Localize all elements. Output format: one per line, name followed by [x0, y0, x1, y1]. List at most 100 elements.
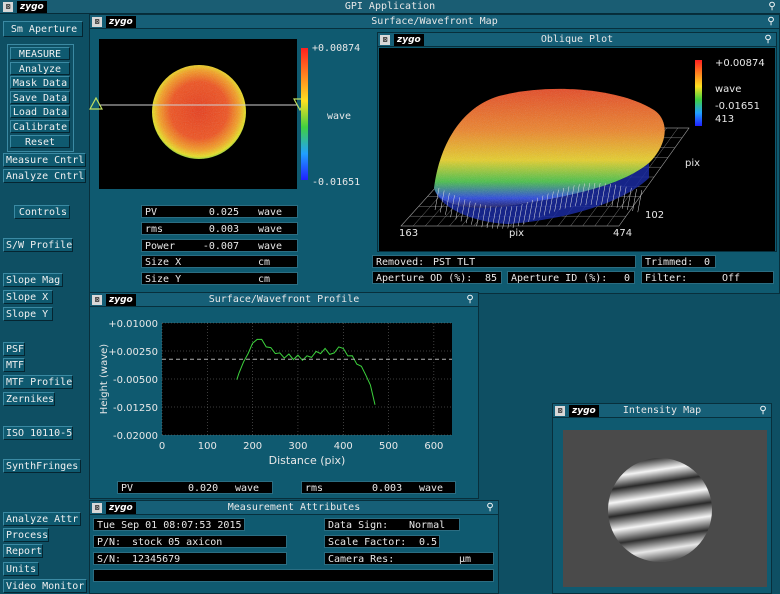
- surface-map-title: Surface/Wavefront Map: [371, 16, 498, 27]
- pin-icon[interactable]: ⚲: [464, 294, 476, 306]
- close-icon[interactable]: ⊠: [3, 2, 13, 12]
- sidebar-item-slope-x[interactable]: Slope X: [3, 290, 53, 304]
- zygo-logo: zygo: [106, 502, 136, 514]
- sidebar-item-psf[interactable]: PSF: [3, 342, 25, 356]
- oblique-x-unit: pix: [509, 228, 525, 239]
- pin-icon[interactable]: ⚲: [766, 1, 778, 13]
- sidebar-load-data-button[interactable]: Load Data: [10, 105, 70, 119]
- oblique-plot-svg: [400, 88, 690, 229]
- pin-icon[interactable]: ⚲: [765, 16, 777, 28]
- close-icon[interactable]: ⊠: [555, 406, 565, 416]
- profile-title-bar: ⊠ zygo Surface/Wavefront Profile ⚲: [90, 293, 478, 307]
- pin-icon[interactable]: ⚲: [757, 405, 769, 417]
- oblique-colorbar: [695, 60, 702, 126]
- aperture-id-field: Aperture ID (%): 0: [507, 271, 635, 284]
- x-tick-label: 100: [198, 441, 217, 452]
- close-icon[interactable]: ⊠: [92, 503, 102, 513]
- oblique-plot-area: +0.00874 wave -0.01651 413 pix 102 163 p…: [379, 48, 775, 251]
- app-title: GPI Application: [344, 1, 436, 12]
- sidebar-item-analyze-cntrl[interactable]: Analyze Cntrl: [3, 169, 86, 183]
- sidebar-save-data-button[interactable]: Save Data: [10, 90, 70, 104]
- aperture-od-field: Aperture OD (%): 85: [372, 271, 502, 284]
- attributes-title-bar: ⊠ zygo Measurement Attributes ⚲: [90, 501, 498, 515]
- stat-pv-field: PV 0.025 wave: [141, 205, 298, 218]
- surface-map-scale-unit: wave: [327, 111, 352, 122]
- surface-map-panel: ⊠ zygo Surface/Wavefront Map ⚲ +0.00874 …: [89, 14, 780, 294]
- sidebar-item-report[interactable]: Report: [3, 544, 43, 558]
- x-tick-label: 0: [159, 441, 165, 452]
- sidebar-item-mtf-profile[interactable]: MTF Profile: [3, 375, 73, 389]
- oblique-x-left: 163: [399, 228, 419, 239]
- sidebar-item-slope-y[interactable]: Slope Y: [3, 307, 53, 321]
- x-tick-label: 400: [334, 441, 353, 452]
- attributes-title: Measurement Attributes: [227, 502, 361, 513]
- close-icon[interactable]: ⊠: [92, 295, 102, 305]
- trimmed-field: Trimmed: 0: [641, 255, 716, 268]
- zygo-logo: zygo: [569, 405, 599, 417]
- intensity-panel: ⊠ zygo Intensity Map ⚲: [552, 403, 772, 594]
- pin-icon[interactable]: ⚲: [762, 34, 774, 46]
- oblique-scale-max: +0.00874: [715, 58, 765, 69]
- surface-map-scale-min: -0.01651: [312, 177, 361, 188]
- x-axis-label: Distance (pix): [269, 454, 346, 467]
- sidebar-item-mtf[interactable]: MTF: [3, 358, 25, 372]
- profile-chart: 0 100 200 300 400 500 600 +0.01000 +0.00250 -0.00…: [99, 319, 452, 467]
- sidebar-item-s-w-profile[interactable]: S/W Profile: [3, 238, 73, 252]
- zygo-logo: zygo: [106, 16, 136, 28]
- x-tick-label: 500: [379, 441, 398, 452]
- surface-map-svg: [99, 65, 297, 159]
- sidebar-mask-data-button[interactable]: Mask Data: [10, 76, 70, 90]
- stat-size-x-field: Size Xcm: [141, 255, 298, 269]
- fringe-disc: [608, 458, 712, 562]
- sm-aperture-button[interactable]: Sm Aperture: [3, 21, 83, 37]
- camera-res-field: Camera Res: µm: [324, 552, 494, 565]
- oblique-plot-title-bar: ⊠ zygo Oblique Plot ⚲: [378, 33, 776, 47]
- x-tick-label: 200: [243, 441, 262, 452]
- y-tick-label: -0.02000: [113, 431, 158, 442]
- sidebar-item-iso-10110-5[interactable]: ISO 10110-5: [3, 426, 73, 440]
- sidebar-item-slope-mag[interactable]: Slope Mag: [3, 273, 63, 287]
- sidebar-item-measure-cntrl[interactable]: Measure Cntrl: [3, 153, 86, 167]
- pn-field[interactable]: P/N: stock 05 axicon: [93, 535, 287, 548]
- sn-field[interactable]: S/N: 12345679: [93, 552, 287, 565]
- sidebar-item-analyze-attr[interactable]: Analyze Attr: [3, 512, 81, 526]
- notes-field[interactable]: [93, 569, 494, 582]
- close-icon[interactable]: ⊠: [380, 35, 390, 45]
- app-title-bar: ⊠ zygo GPI Application ⚲: [0, 0, 780, 14]
- sidebar-item-units[interactable]: Units: [3, 562, 39, 576]
- stat-power-field: Power -0.007 wave: [141, 238, 298, 252]
- sidebar-analyze-button[interactable]: Analyze: [10, 61, 70, 75]
- attributes-panel: ⊠ zygo Measurement Attributes ⚲ Tue Sep …: [89, 500, 499, 594]
- profile-rms-field: rms 0.003 wave: [301, 481, 456, 494]
- sidebar-item-synthfringes[interactable]: SynthFringes: [3, 459, 81, 473]
- surface-map-colorbar: [301, 48, 308, 180]
- filter-field: Filter: Off: [641, 271, 774, 284]
- y-tick-label: +0.01000: [108, 319, 158, 330]
- oblique-x-right: 474: [613, 228, 633, 239]
- surface-map-title-bar: ⊠ zygo Surface/Wavefront Map ⚲: [90, 15, 779, 29]
- oblique-plot-title: Oblique Plot: [540, 34, 614, 45]
- pin-icon[interactable]: ⚲: [484, 502, 496, 514]
- sidebar-item-controls[interactable]: Controls: [14, 205, 70, 219]
- sidebar-item-zernikes[interactable]: Zernikes: [3, 392, 55, 406]
- sidebar-reset-button[interactable]: Reset: [10, 134, 70, 148]
- close-icon[interactable]: ⊠: [92, 17, 102, 27]
- zygo-logo: zygo: [394, 34, 424, 46]
- sidebar-calibrate-button[interactable]: Calibrate: [10, 120, 70, 133]
- oblique-scale-unit: wave: [715, 84, 742, 95]
- oblique-y-low: 102: [645, 210, 665, 221]
- intensity-title: Intensity Map: [622, 405, 702, 416]
- surface-map-plot: [89, 39, 307, 189]
- x-tick-label: 300: [288, 441, 307, 452]
- sidebar-measure-button[interactable]: MEASURE: [10, 47, 70, 60]
- y-tick-label: -0.00500: [113, 375, 158, 386]
- profile-panel: ⊠ zygo Surface/Wavefront Profile ⚲ 0 100 2…: [89, 292, 479, 499]
- zygo-logo: zygo: [17, 1, 47, 13]
- zygo-logo: zygo: [106, 294, 136, 306]
- date-field: Tue Sep 01 08:07:53 2015: [93, 518, 245, 531]
- sidebar-item-video-monitor[interactable]: Video Monitor: [3, 579, 87, 593]
- sidebar-item-process[interactable]: Process: [3, 528, 49, 542]
- oblique-z-extra: 413: [715, 114, 735, 125]
- profile-handle-left-icon[interactable]: [89, 97, 103, 111]
- profile-pv-field: PV 0.020 wave: [117, 481, 273, 494]
